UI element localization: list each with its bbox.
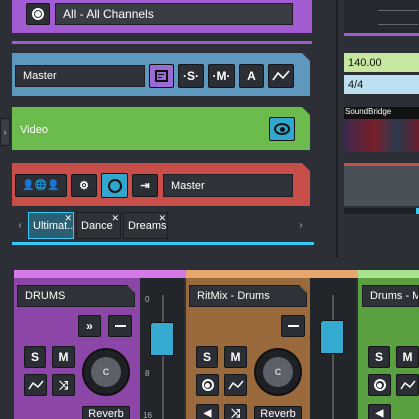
- expand-button[interactable]: »: [78, 315, 101, 337]
- thumbnail-label: SoundBridge: [345, 107, 392, 116]
- video-thumbnail[interactable]: SoundBridge: [344, 107, 419, 152]
- master-track-name[interactable]: Master: [15, 65, 145, 87]
- collapse-button[interactable]: [108, 315, 132, 337]
- channel-filter-select[interactable]: All - All Channels: [55, 3, 293, 25]
- tabs-scroll-left[interactable]: ‹: [15, 212, 25, 239]
- tab-label: Dance: [81, 219, 113, 232]
- chevron-right-icon: ›: [3, 127, 7, 137]
- minus-icon: [114, 325, 126, 327]
- scale-label: 0: [145, 295, 150, 304]
- solo-button[interactable]: ·S·: [178, 64, 204, 88]
- shuffle-icon: ⤨: [58, 377, 69, 392]
- close-icon[interactable]: ✕: [158, 213, 166, 224]
- record-button[interactable]: [368, 374, 391, 396]
- automation-icon: [399, 380, 416, 389]
- tab-ultimat[interactable]: Ultimat... ✕: [28, 212, 74, 239]
- automation-icon: [227, 380, 244, 389]
- shuffle-button[interactable]: ⤨: [52, 374, 75, 396]
- tempo-display[interactable]: 140.00: [344, 53, 419, 72]
- speaker-icon: ◀: [203, 407, 212, 419]
- fader-handle[interactable]: [320, 320, 344, 354]
- notes-button[interactable]: [149, 64, 174, 88]
- automation-icon: [272, 70, 290, 81]
- record-button[interactable]: [196, 374, 219, 396]
- tabs-accent-line: [12, 242, 314, 245]
- scale-label: 8: [145, 369, 150, 378]
- fader-handle[interactable]: [150, 322, 174, 356]
- channel-name-ritmix[interactable]: RitMix - Drums: [189, 285, 307, 307]
- speaker-button[interactable]: ◀: [196, 404, 219, 419]
- gear-icon: ⚙: [79, 180, 89, 192]
- tabs-scroll-right[interactable]: ›: [296, 212, 306, 239]
- video-track-name: Video: [20, 124, 48, 136]
- tab-dance[interactable]: Dance ✕: [76, 212, 121, 239]
- automation-button[interactable]: [24, 374, 47, 396]
- timeline-top-area: [344, 0, 419, 36]
- shuffle-button[interactable]: ⤨: [224, 404, 247, 419]
- pan-knob-label: C: [263, 357, 293, 387]
- speaker-button[interactable]: ◀: [368, 404, 391, 419]
- automation-button[interactable]: [268, 64, 294, 88]
- eye-icon: [274, 123, 290, 135]
- close-icon[interactable]: ✕: [64, 213, 72, 224]
- users-globe-icon: 👤🌐👤: [22, 180, 60, 191]
- mixer-top-border-orange: [186, 270, 358, 278]
- record-icon: [201, 379, 214, 391]
- arm-button[interactable]: A: [239, 64, 264, 88]
- video-preview-button[interactable]: [269, 117, 295, 141]
- automation-button[interactable]: [396, 374, 419, 396]
- channel-name-drums[interactable]: DRUMS: [17, 285, 135, 307]
- collapse-panel-handle[interactable]: ›: [0, 118, 10, 146]
- automation-icon: [27, 380, 44, 389]
- double-chevron-right-icon: »: [86, 319, 93, 333]
- collapse-button[interactable]: [281, 315, 305, 337]
- mute-button[interactable]: M: [396, 346, 419, 368]
- mixer-top-border-green: [358, 270, 419, 278]
- record-icon: [32, 8, 44, 20]
- monitor-icon: [107, 178, 122, 193]
- input-routing-button[interactable]: ⇥: [132, 174, 158, 197]
- input-settings-button[interactable]: ⚙: [71, 174, 97, 197]
- close-icon[interactable]: ✕: [111, 213, 119, 224]
- notes-icon: [155, 70, 168, 82]
- solo-button[interactable]: S: [24, 346, 46, 368]
- video-track-header: [12, 107, 310, 150]
- mute-button[interactable]: M: [52, 346, 75, 368]
- input-icon: ⇥: [140, 180, 150, 192]
- shuffle-icon: ⤨: [230, 405, 241, 419]
- record-icon: [373, 379, 386, 391]
- minus-icon: [287, 325, 299, 327]
- top-track-bottom-bar: [12, 41, 312, 44]
- solo-button[interactable]: S: [368, 346, 390, 368]
- reverb-button[interactable]: Reverb: [254, 406, 302, 419]
- solo-button[interactable]: S: [196, 346, 218, 368]
- channel-name-drums-ml[interactable]: Drums - Ml: [362, 285, 419, 307]
- automation-button[interactable]: [224, 374, 247, 396]
- mute-button[interactable]: ·M·: [208, 64, 235, 88]
- fader-track: [162, 295, 164, 419]
- red-clip-area: [344, 163, 419, 206]
- scale-label: 16: [143, 411, 152, 419]
- speaker-icon: ◀: [375, 407, 384, 419]
- record-button[interactable]: [26, 3, 50, 25]
- user-access-button[interactable]: 👤🌐👤: [15, 174, 67, 197]
- mixer-top-border: [14, 270, 186, 278]
- timeline-scrollbar[interactable]: [344, 208, 419, 214]
- right-divider: [336, 0, 338, 258]
- monitor-button[interactable]: [101, 173, 128, 198]
- pan-knob[interactable]: C: [82, 348, 130, 396]
- tab-dreams[interactable]: Dreams... ✕: [123, 212, 168, 239]
- reverb-button[interactable]: Reverb: [82, 406, 130, 419]
- fader-track: [332, 295, 334, 419]
- red-track-name[interactable]: Master: [163, 174, 293, 197]
- mute-button[interactable]: M: [224, 346, 247, 368]
- pan-knob[interactable]: C: [254, 348, 302, 396]
- time-signature-display[interactable]: 4/4: [344, 75, 419, 94]
- pan-knob-label: C: [91, 357, 121, 387]
